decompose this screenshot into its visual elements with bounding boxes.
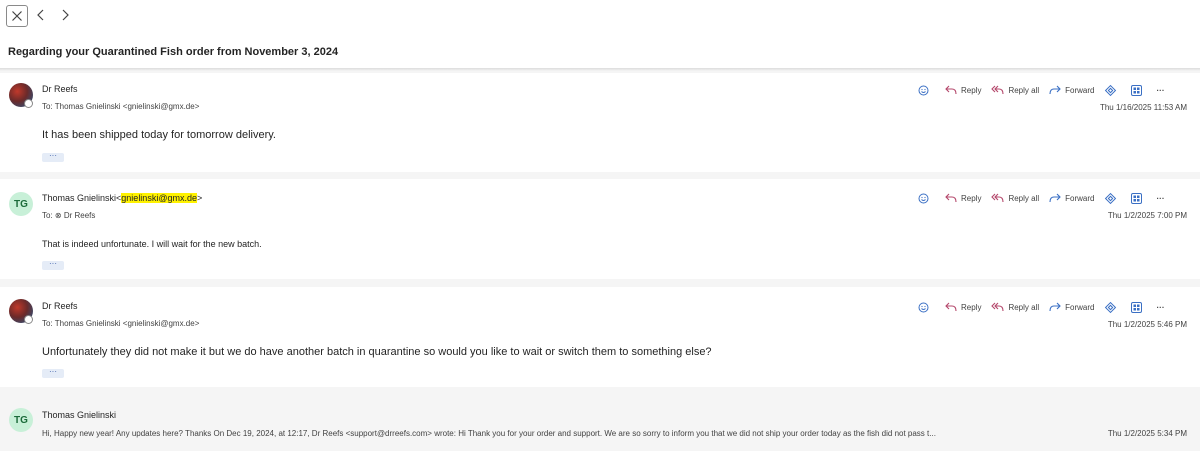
reply-all-icon	[991, 85, 1005, 95]
grid-apps-icon	[1131, 192, 1143, 204]
avatar: TG	[9, 408, 33, 432]
forward-label: Forward	[1065, 302, 1095, 312]
more-actions-button[interactable]: ···	[1156, 194, 1164, 203]
sender-line: Thomas Gnielinski<gnielinski@gmx.de>	[42, 193, 202, 203]
reply-icon	[945, 302, 957, 312]
reply-all-label: Reply all	[1008, 302, 1040, 312]
forward-icon	[1049, 193, 1061, 203]
forward-label: Forward	[1065, 193, 1095, 203]
loop-component-button[interactable]	[1104, 301, 1121, 314]
reply-label: Reply	[961, 302, 982, 312]
message-actions: Reply Reply all Forward ···	[918, 82, 1174, 98]
apps-button[interactable]	[1131, 301, 1146, 313]
apps-button[interactable]	[1131, 84, 1146, 96]
emoji-reaction-button[interactable]	[918, 193, 933, 204]
sender-email-highlight: gnielinski@gmx.de	[121, 193, 197, 203]
reply-all-button[interactable]: Reply all	[991, 85, 1039, 95]
sender-email-close: >	[196, 193, 203, 203]
message-actions: Reply Reply all Forward ···	[918, 299, 1174, 315]
smiley-icon	[918, 193, 929, 203]
message-card[interactable]: TG Thomas Gnielinski<gnielinski@gmx.de> …	[0, 179, 1200, 279]
recipient-line: To: Thomas Gnielinski <gnielinski@gmx.de…	[42, 102, 200, 111]
show-trimmed-content-button[interactable]: ···	[42, 152, 64, 162]
smiley-icon	[918, 85, 929, 95]
more-actions-button[interactable]: ···	[1156, 303, 1164, 312]
avatar: TG	[9, 192, 33, 216]
sender-name: Dr Reefs	[42, 84, 78, 94]
recipient-line: To: ⊗ Dr Reefs	[42, 211, 96, 220]
close-button[interactable]	[6, 5, 28, 27]
reply-all-icon	[991, 302, 1005, 312]
loop-icon	[1105, 84, 1117, 96]
reply-all-button[interactable]: Reply all	[991, 193, 1039, 203]
reply-button[interactable]: Reply	[945, 85, 981, 95]
message-card[interactable]: Dr Reefs To: Thomas Gnielinski <gnielins…	[0, 73, 1200, 172]
reply-label: Reply	[961, 85, 982, 95]
thread-subject: Regarding your Quarantined Fish order fr…	[8, 46, 339, 58]
sender-name: Thomas Gnielinski<	[42, 193, 122, 203]
message-body: It has been shipped today for tomorrow d…	[42, 129, 276, 141]
message-card[interactable]: Dr Reefs To: Thomas Gnielinski <gnielins…	[0, 287, 1200, 387]
chevron-right-icon	[62, 9, 69, 21]
loop-component-button[interactable]	[1104, 192, 1121, 205]
reply-all-button[interactable]: Reply all	[991, 302, 1039, 312]
message-date: Thu 1/2/2025 7:00 PM	[1107, 211, 1187, 220]
forward-icon	[1049, 302, 1061, 312]
forward-button[interactable]: Forward	[1049, 193, 1094, 203]
message-preview: Hi, Happy new year! Any updates here? Th…	[42, 429, 936, 438]
reply-all-label: Reply all	[1008, 193, 1040, 203]
reply-icon	[945, 85, 957, 95]
grid-apps-icon	[1131, 84, 1143, 96]
smiley-icon	[918, 302, 929, 312]
forward-button[interactable]: Forward	[1049, 302, 1094, 312]
forward-icon	[1049, 85, 1061, 95]
message-date: Thu 1/16/2025 11:53 AM	[1099, 103, 1187, 112]
loop-icon	[1105, 192, 1117, 204]
reply-label: Reply	[961, 193, 982, 203]
message-body: Unfortunately they did not make it but w…	[42, 346, 712, 358]
loop-component-button[interactable]	[1104, 84, 1121, 97]
emoji-reaction-button[interactable]	[918, 302, 933, 313]
reply-button[interactable]: Reply	[945, 193, 981, 203]
forward-button[interactable]: Forward	[1049, 85, 1094, 95]
reading-pane-header: Regarding your Quarantined Fish order fr…	[0, 0, 1200, 68]
recipient-line: To: Thomas Gnielinski <gnielinski@gmx.de…	[42, 319, 200, 328]
show-trimmed-content-button[interactable]: ···	[42, 260, 64, 270]
chevron-left-icon	[37, 9, 44, 21]
apps-button[interactable]	[1131, 192, 1146, 204]
close-icon	[12, 11, 22, 21]
sender-name: Dr Reefs	[42, 301, 78, 311]
header-divider	[0, 68, 1200, 71]
reply-all-label: Reply all	[1008, 85, 1040, 95]
message-actions: Reply Reply all Forward ···	[918, 190, 1174, 206]
forward-label: Forward	[1065, 85, 1095, 95]
more-actions-button[interactable]: ···	[1156, 86, 1164, 95]
reply-icon	[945, 193, 957, 203]
message-date: Thu 1/2/2025 5:46 PM	[1107, 320, 1187, 329]
next-message-button[interactable]	[57, 7, 73, 23]
sender-name: Thomas Gnielinski	[42, 410, 117, 420]
message-body: That is indeed unfortunate. I will wait …	[42, 239, 262, 249]
emoji-reaction-button[interactable]	[918, 85, 933, 96]
loop-icon	[1105, 301, 1117, 313]
presence-badge-icon	[24, 315, 33, 324]
previous-message-button[interactable]	[33, 7, 49, 23]
grid-apps-icon	[1131, 301, 1143, 313]
reply-all-icon	[991, 193, 1005, 203]
presence-badge-icon	[24, 99, 33, 108]
reply-button[interactable]: Reply	[945, 302, 981, 312]
message-date: Thu 1/2/2025 5:34 PM	[1107, 429, 1187, 438]
show-trimmed-content-button[interactable]: ···	[42, 368, 64, 378]
collapsed-message[interactable]: TG Thomas Gnielinski Hi, Happy new year!…	[0, 397, 1200, 451]
